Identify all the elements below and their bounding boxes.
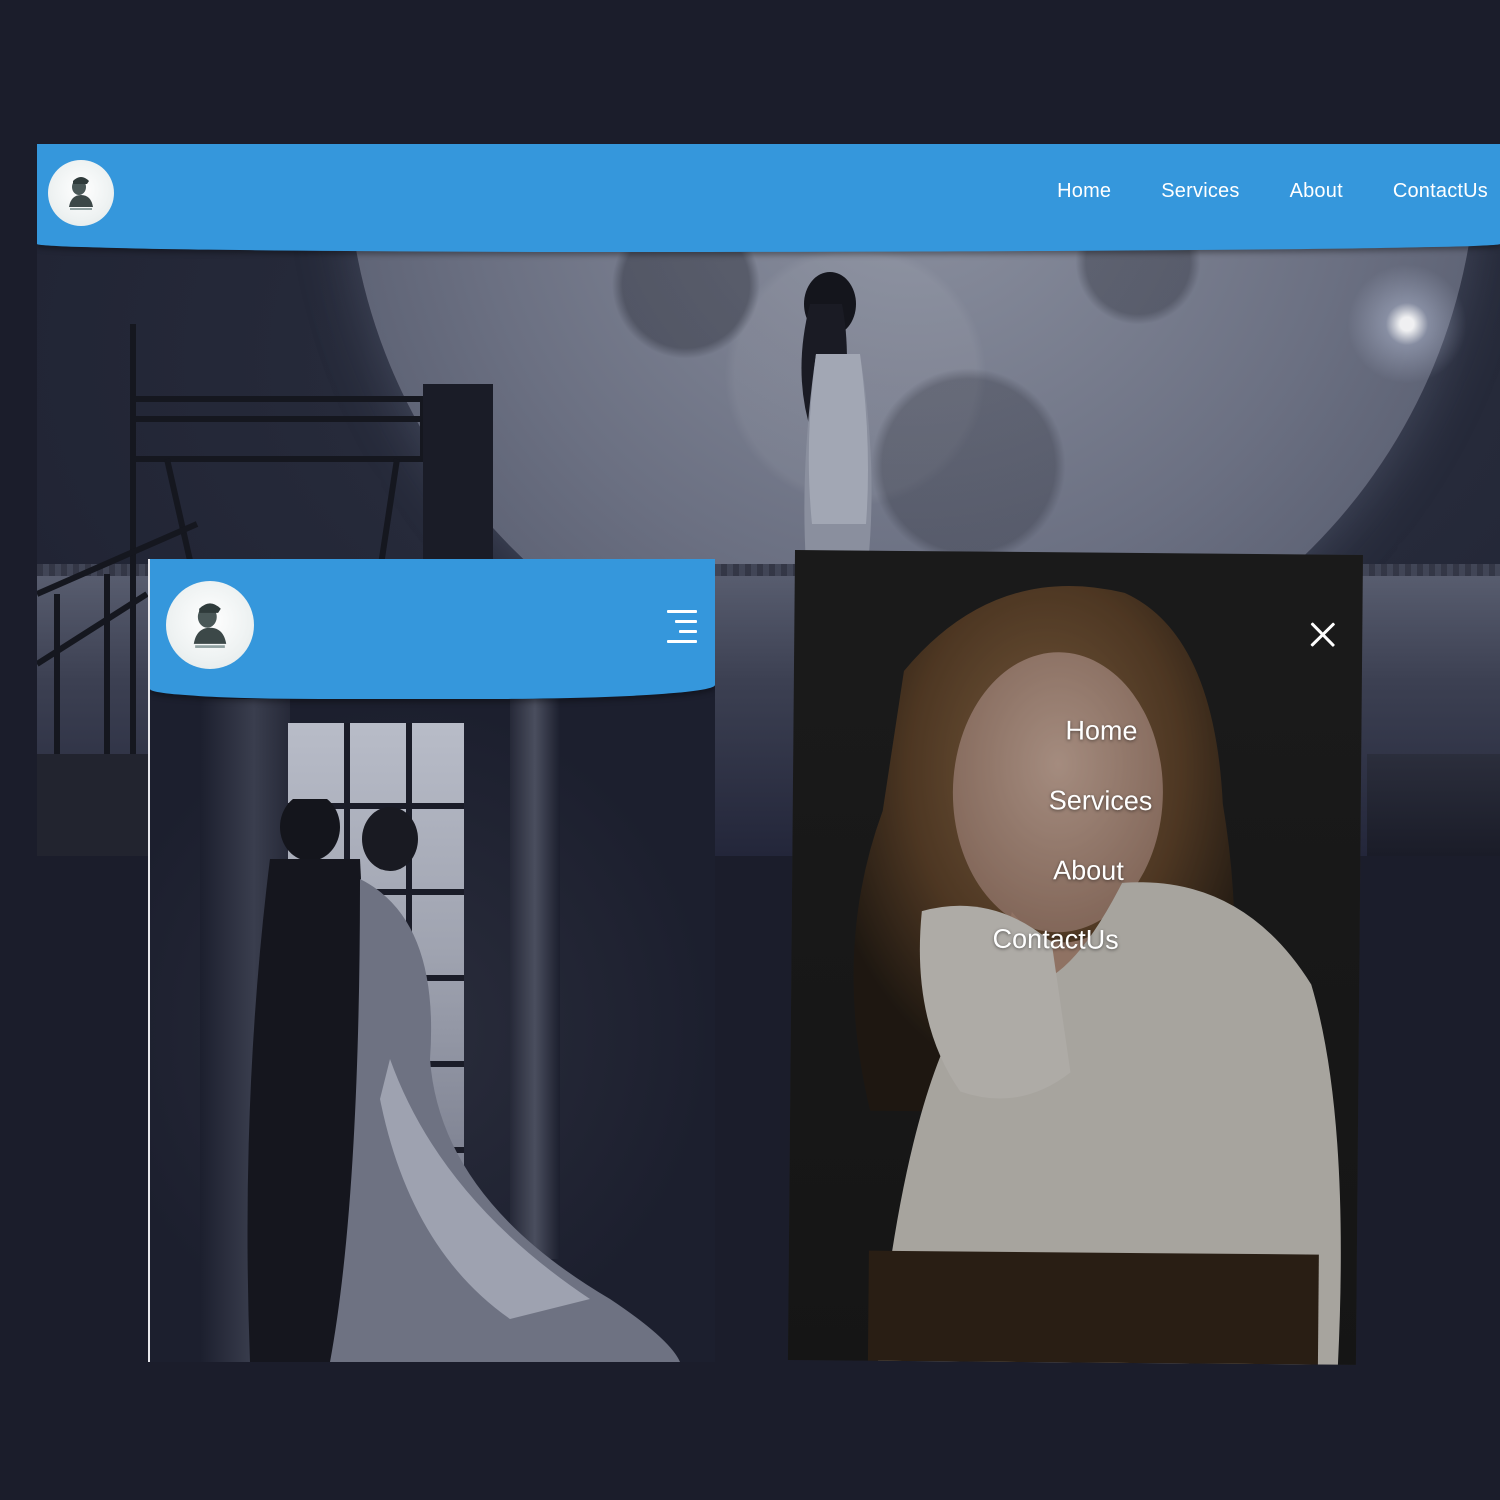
mobile-header	[150, 559, 715, 699]
desktop-header: Home Services About ContactUs	[37, 144, 1500, 252]
menu-overlay	[787, 550, 1363, 1365]
nav-services-link[interactable]: Services	[1161, 180, 1239, 203]
menu-item-services[interactable]: Services	[1049, 785, 1153, 817]
nav-contact-link[interactable]: ContactUs	[1393, 180, 1488, 203]
logo-portrait-icon	[193, 603, 227, 648]
menu-item-home[interactable]: Home	[1065, 715, 1137, 747]
pier-structure	[1367, 754, 1500, 856]
mobile-logo[interactable]	[166, 581, 254, 669]
logo-portrait-icon	[69, 177, 93, 210]
desktop-logo[interactable]	[48, 160, 114, 226]
nav-home-link[interactable]: Home	[1057, 180, 1111, 203]
mobile-menu-mockup: Home Services About ContactUs	[787, 550, 1363, 1365]
sunburst-glow	[1347, 264, 1467, 384]
couple-silhouette	[247, 799, 680, 1362]
hamburger-icon[interactable]	[665, 608, 697, 644]
menu-item-contact[interactable]: ContactUs	[992, 924, 1118, 956]
close-icon[interactable]	[1309, 620, 1337, 648]
couple-photo	[150, 699, 715, 1362]
menu-item-about[interactable]: About	[1053, 855, 1124, 887]
showcase-canvas: Home Services About ContactUs Home Servi…	[0, 0, 1500, 1500]
desktop-nav: Home Services About ContactUs	[1057, 180, 1488, 203]
mobile-mockup	[148, 559, 715, 1362]
nav-about-link[interactable]: About	[1290, 180, 1343, 203]
